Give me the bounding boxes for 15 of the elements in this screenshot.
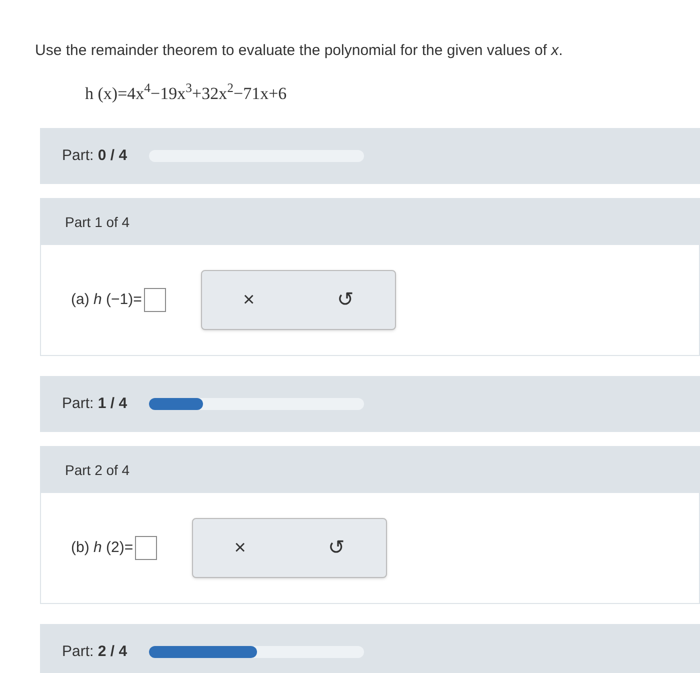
instruction-text: Use the remainder theorem to evaluate the polynomial for the given values of x. [34, 41, 564, 61]
progress-label: Part: 0 / 4 [62, 146, 128, 166]
undo-button[interactable]: ↺ [318, 533, 356, 563]
question-text: (a) h (−1)= [71, 290, 142, 310]
progress-label: Part: 2 / 4 [62, 642, 128, 662]
clear-button[interactable]: × [224, 533, 256, 563]
progress-label: Part: 1 / 4 [62, 394, 128, 414]
part-title: Part 2 of 4 [65, 460, 130, 480]
answer-box[interactable] [135, 536, 158, 560]
polynomial-formula: h (x)=4x$^{4}$−19x$^{3}$+32x$^{2}$−71x+6 [84, 80, 288, 104]
clear-button[interactable]: × [232, 285, 265, 315]
undo-button[interactable]: ↺ [326, 285, 364, 315]
answer-box[interactable] [144, 288, 166, 312]
question-text: (b) h (2)= [71, 538, 134, 558]
part-title: Part 1 of 4 [65, 212, 130, 232]
